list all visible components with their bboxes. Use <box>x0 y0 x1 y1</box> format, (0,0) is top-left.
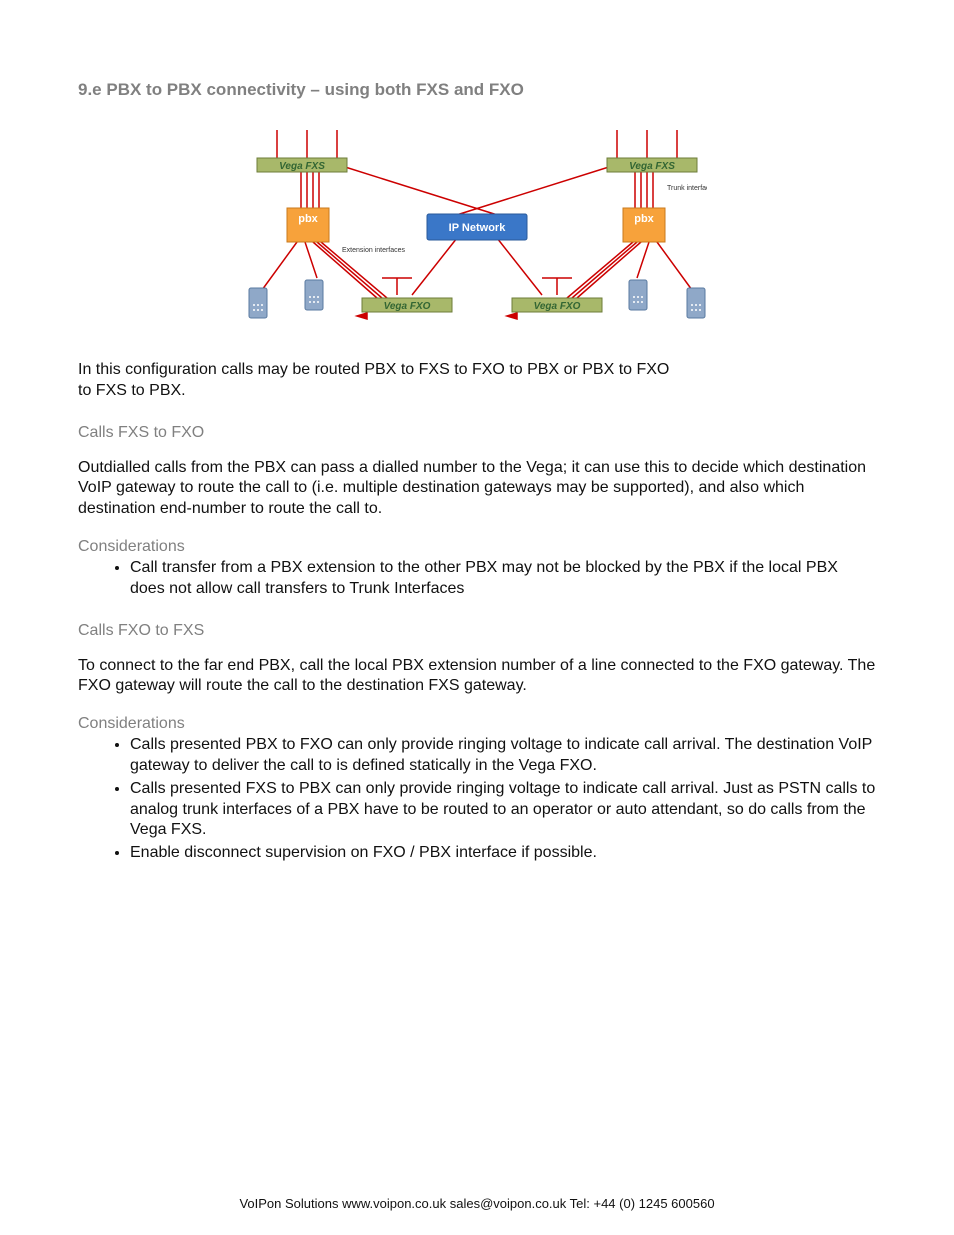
list-item: Enable disconnect supervision on FXO / P… <box>130 843 876 864</box>
label-ip-network: IP Network <box>449 222 507 234</box>
label-vega-fxo-right: Vega FXO <box>534 301 581 312</box>
body-fxo-to-fxs: To connect to the far end PBX, call the … <box>78 656 876 698</box>
body-fxs-to-fxo: Outdialled calls from the PBX can pass a… <box>78 458 876 520</box>
label-vega-fxs-right: Vega FXS <box>629 161 675 172</box>
considerations-list-2: Calls presented PBX to FXO can only prov… <box>78 735 876 864</box>
label-vega-fxo-left: Vega FXO <box>384 301 431 312</box>
label-pbx-left: pbx <box>298 213 318 225</box>
heading-fxo-to-fxs: Calls FXO to FXS <box>78 622 876 640</box>
label-vega-fxs-left: Vega FXS <box>279 161 325 172</box>
considerations-label-2: Considerations <box>78 715 876 733</box>
considerations-label-1: Considerations <box>78 538 876 556</box>
label-trunk-interfaces: Trunk interfaces <box>667 185 707 192</box>
footer-text: VoIPon Solutions www.voipon.co.uk sales@… <box>0 1196 954 1211</box>
list-item: Call transfer from a PBX extension to th… <box>130 558 876 600</box>
list-item: Calls presented FXS to PBX can only prov… <box>130 779 876 841</box>
section-title: 9.e PBX to PBX connectivity – using both… <box>78 80 876 100</box>
considerations-list-1: Call transfer from a PBX extension to th… <box>78 558 876 600</box>
network-diagram: Vega FXS Vega FXS pbx pbx IP Network Veg… <box>247 130 707 330</box>
intro-paragraph: In this configuration calls may be route… <box>78 360 678 402</box>
label-extension-interfaces: Extension interfaces <box>342 247 406 254</box>
list-item: Calls presented PBX to FXO can only prov… <box>130 735 876 777</box>
heading-fxs-to-fxo: Calls FXS to FXO <box>78 424 876 442</box>
label-pbx-right: pbx <box>634 213 654 225</box>
